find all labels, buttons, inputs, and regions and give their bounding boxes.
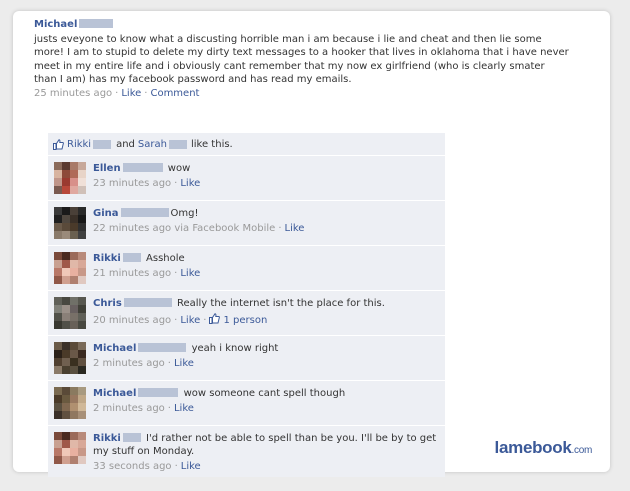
comment-like-link[interactable]: Like [180, 178, 200, 189]
comment-item: Chris Really the internet isn't the plac… [48, 291, 445, 335]
post-author[interactable]: Michael [34, 19, 77, 30]
comment-item: Ellen wow 23 minutes ago · Like [48, 156, 445, 200]
comment-like-link[interactable]: Like [174, 403, 194, 414]
comment-author[interactable]: Rikki [93, 433, 121, 444]
comment-author[interactable]: Chris [93, 298, 122, 309]
thumbs-up-icon [53, 138, 64, 150]
comment-author[interactable]: Rikki [93, 253, 121, 264]
avatar[interactable] [54, 162, 86, 194]
comment-time: 33 seconds ago [93, 461, 172, 472]
brand-name: lamebook [494, 438, 572, 457]
avatar[interactable] [54, 432, 86, 464]
redacted-name [122, 163, 163, 172]
thumbs-up-icon [209, 313, 221, 324]
liker-1[interactable]: Rikki [67, 139, 91, 150]
redacted-name [168, 139, 187, 149]
redacted-name [122, 433, 141, 442]
comment-item: Rikki I'd rather not be able to spell th… [48, 426, 445, 477]
comment-item: Gina Omg! 22 minutes ago via Facebook Mob… [48, 201, 445, 245]
comment-text: wow [167, 163, 191, 174]
facebook-post-card: Michael justs eveyone to know what a dis… [13, 11, 610, 477]
likes-suffix: like this. [190, 138, 233, 150]
like-link[interactable]: Like [121, 88, 141, 99]
redacted-name [93, 139, 112, 149]
liker-2[interactable]: Sarah [138, 139, 167, 150]
avatar[interactable] [54, 342, 86, 374]
comment-time: 21 minutes ago [93, 268, 172, 279]
likes-summary: Rikki and Sarah like this. [48, 133, 445, 155]
comment-time: 23 minutes ago [93, 178, 172, 189]
redacted-name [120, 208, 169, 217]
comment-text: Asshole [146, 253, 185, 264]
brand-tld: .com [571, 445, 593, 456]
comment-time: 20 minutes ago [93, 315, 172, 326]
comment-author[interactable]: Michael [93, 343, 136, 354]
redacted-name [79, 19, 114, 28]
comment-author[interactable]: Gina [93, 208, 119, 219]
comment-like-link[interactable]: Like [285, 223, 305, 234]
comment-like-link[interactable]: Like [180, 315, 200, 326]
comment-item: Rikki Asshole 21 minutes ago · Like [48, 246, 445, 290]
comment-time: 22 minutes ago via Facebook Mobile [93, 223, 276, 234]
avatar[interactable] [54, 387, 86, 419]
likes-and: and [116, 138, 135, 150]
comment-time: 2 minutes ago [93, 403, 165, 414]
comment-item: Michael yeah i know right 2 minutes ago ·… [48, 336, 445, 380]
comment-text: wow someone cant spell though [183, 388, 346, 399]
redacted-name [138, 343, 187, 352]
comment-text: Omg! [170, 208, 199, 219]
comment-text: yeah i know right [191, 343, 279, 354]
comment-text: Really the internet isn't the place for … [176, 298, 385, 309]
redacted-name [138, 388, 179, 397]
avatar[interactable] [54, 207, 86, 239]
avatar[interactable] [54, 252, 86, 284]
redacted-name [123, 298, 172, 307]
comment-text: I'd rather not be able to spell than be … [93, 433, 437, 457]
post-meta: 25 minutes ago · Like · Comment [34, 88, 200, 100]
comment-time: 2 minutes ago [93, 358, 165, 369]
post-text: justs eveyone to know what a discusting … [34, 34, 569, 85]
feedback-section: Rikki and Sarah like this. Ellen wow 23 … [48, 133, 445, 478]
comment-link[interactable]: Comment [150, 88, 199, 99]
comment-likes-count[interactable]: 1 person [223, 315, 267, 326]
avatar[interactable] [54, 297, 86, 329]
comment-item: Michael wow someone cant spell though 2 … [48, 381, 445, 425]
status-post: Michael justs eveyone to know what a dis… [34, 19, 594, 99]
post-time: 25 minutes ago [34, 88, 113, 100]
comment-like-link[interactable]: Like [181, 461, 201, 472]
comment-like-link[interactable]: Like [174, 358, 194, 369]
redacted-name [122, 253, 141, 262]
lamebook-logo: lamebook.com [494, 438, 593, 458]
comment-author[interactable]: Michael [93, 388, 136, 399]
comment-author[interactable]: Ellen [93, 163, 121, 174]
comment-like-link[interactable]: Like [180, 268, 200, 279]
